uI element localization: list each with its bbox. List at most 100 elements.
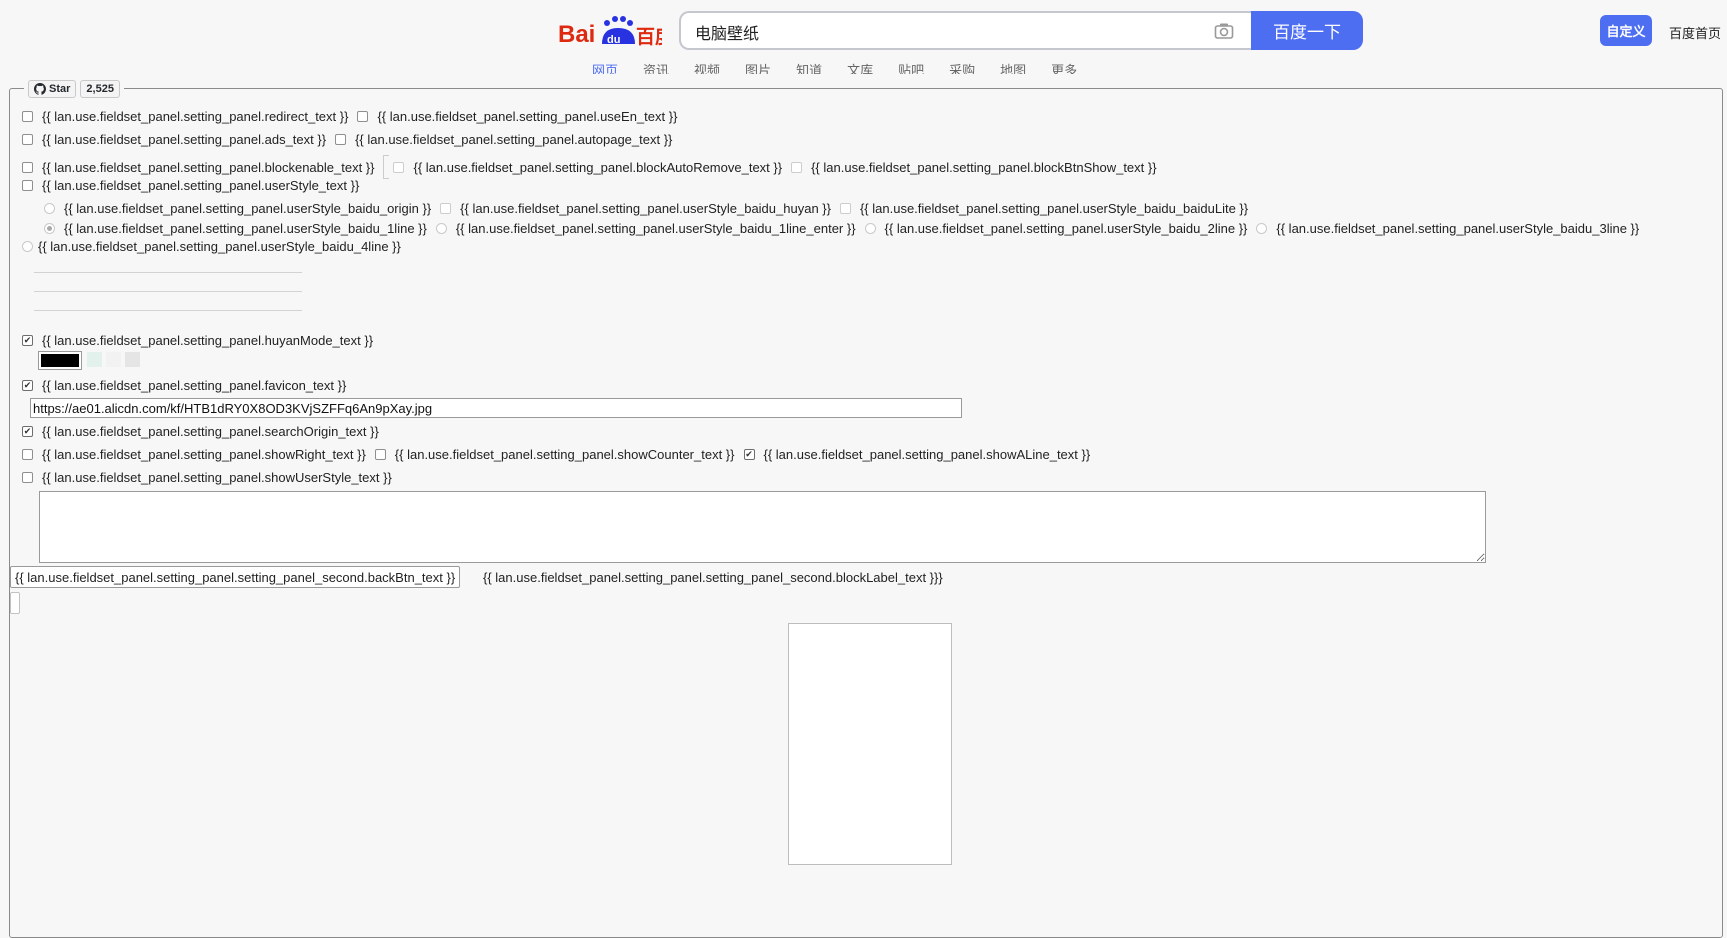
style-2line-label: {{ lan.use.fieldset_panel.setting_panel.… — [884, 221, 1248, 236]
search-button[interactable]: 百度一下 — [1251, 11, 1363, 50]
huyan-color-swatch-white[interactable] — [106, 352, 121, 367]
huyan-color-swatch-selected[interactable] — [38, 351, 82, 370]
favicon-row: {{ lan.use.fieldset_panel.setting_panel.… — [22, 378, 355, 393]
customize-button[interactable]: 自定义 — [1600, 15, 1652, 46]
github-star-widget: Star 2,525 — [24, 80, 124, 98]
search-input[interactable] — [693, 13, 1177, 50]
useEn-label: {{ lan.use.fieldset_panel.setting_panel.… — [377, 109, 678, 124]
showUserStyle-row: {{ lan.use.fieldset_panel.setting_panel.… — [22, 470, 401, 485]
style-3line-label: {{ lan.use.fieldset_panel.setting_panel.… — [1276, 221, 1640, 236]
nav-tab-purchase[interactable]: 采购 — [949, 62, 975, 74]
back-button[interactable]: {{ lan.use.fieldset_panel.setting_panel.… — [10, 566, 461, 588]
huyan-color-swatch-green[interactable] — [87, 352, 102, 367]
style-4line-label: {{ lan.use.fieldset_panel.setting_panel.… — [38, 239, 401, 254]
showCounter-label: {{ lan.use.fieldset_panel.setting_panel.… — [394, 447, 735, 462]
style-3line-radio[interactable] — [1256, 223, 1268, 234]
divider-line — [34, 310, 302, 311]
showRight-label: {{ lan.use.fieldset_panel.setting_panel.… — [42, 447, 366, 462]
nav-tab-web[interactable]: 网页 — [592, 62, 618, 74]
svg-text:du: du — [607, 34, 620, 46]
redirect-checkbox[interactable] — [22, 111, 33, 122]
style-options-row-3: {{ lan.use.fieldset_panel.setting_panel.… — [22, 239, 410, 254]
nav-tab-map[interactable]: 地图 — [1000, 62, 1026, 74]
style-origin-radio[interactable] — [44, 203, 55, 214]
showUserStyle-label: {{ lan.use.fieldset_panel.setting_panel.… — [42, 470, 392, 485]
nav-tabs: 网页 资讯 视频 图片 知道 文库 贴吧 采购 地图 更多 — [592, 62, 1102, 74]
baidu-home-link[interactable]: 百度首页 — [1669, 23, 1721, 42]
blockAutoRemove-checkbox[interactable] — [393, 161, 405, 173]
baidu-logo[interactable]: Bai du 百度 — [558, 14, 662, 48]
divider-line — [34, 272, 302, 273]
style-1line-enter-radio[interactable] — [435, 223, 447, 234]
nav-tab-news[interactable]: 资讯 — [643, 62, 669, 74]
huyanMode-checkbox[interactable] — [22, 335, 33, 346]
style-4line-radio[interactable] — [22, 241, 33, 252]
block-list-input[interactable] — [10, 592, 20, 614]
style-origin-label: {{ lan.use.fieldset_panel.setting_panel.… — [64, 201, 432, 216]
ads-checkbox[interactable] — [22, 134, 33, 145]
nav-tab-zhidao[interactable]: 知道 — [796, 62, 822, 74]
header-bar: Bai du 百度 百度一下 自定义 百度首页 网页 资讯 视频 图片 知道 文… — [0, 0, 1727, 74]
style-1line-enter-label: {{ lan.use.fieldset_panel.setting_panel.… — [455, 221, 856, 236]
swatch-black — [41, 354, 79, 367]
autopage-checkbox[interactable] — [335, 134, 347, 145]
github-star-label: Star — [49, 83, 71, 95]
showALine-label: {{ lan.use.fieldset_panel.setting_panel.… — [763, 447, 1091, 462]
user-style-textarea[interactable] — [39, 491, 1486, 563]
huyan-row: {{ lan.use.fieldset_panel.setting_panel.… — [22, 333, 382, 348]
block-divider — [383, 155, 390, 179]
block-list-box[interactable] — [788, 623, 952, 865]
style-options-row-2: {{ lan.use.fieldset_panel.setting_panel.… — [44, 221, 1648, 236]
style-baiduLite-label: {{ lan.use.fieldset_panel.setting_panel.… — [859, 201, 1249, 216]
settings-row-4: {{ lan.use.fieldset_panel.setting_panel.… — [22, 178, 368, 193]
nav-tab-tieba[interactable]: 贴吧 — [898, 62, 924, 74]
showALine-checkbox[interactable] — [743, 449, 755, 460]
show-options-row: {{ lan.use.fieldset_panel.setting_panel.… — [22, 447, 1099, 462]
favicon-checkbox[interactable] — [22, 380, 33, 391]
autopage-label: {{ lan.use.fieldset_panel.setting_panel.… — [355, 132, 673, 147]
style-1line-radio[interactable] — [44, 223, 55, 234]
redirect-label: {{ lan.use.fieldset_panel.setting_panel.… — [42, 109, 349, 124]
search-box — [679, 11, 1252, 50]
style-2line-radio[interactable] — [864, 223, 876, 234]
block-label: {{ lan.use.fieldset_panel.setting_panel.… — [483, 570, 943, 585]
huyanMode-label: {{ lan.use.fieldset_panel.setting_panel.… — [42, 333, 374, 348]
style-1line-label: {{ lan.use.fieldset_panel.setting_panel.… — [64, 221, 427, 236]
showRight-checkbox[interactable] — [22, 449, 33, 460]
camera-icon[interactable] — [1214, 22, 1234, 43]
blockBtnShow-checkbox[interactable] — [791, 161, 803, 173]
huyan-color-swatch-gray[interactable] — [125, 352, 140, 367]
settings-row-2: {{ lan.use.fieldset_panel.setting_panel.… — [22, 132, 681, 147]
searchOrigin-checkbox[interactable] — [22, 426, 33, 437]
nav-tab-more[interactable]: 更多 — [1051, 62, 1077, 74]
blockenable-label: {{ lan.use.fieldset_panel.setting_panel.… — [42, 159, 375, 175]
style-huyan-checkbox[interactable] — [440, 203, 452, 214]
blockAutoRemove-label: {{ lan.use.fieldset_panel.setting_panel.… — [413, 159, 783, 175]
ads-label: {{ lan.use.fieldset_panel.setting_panel.… — [42, 132, 327, 147]
useEn-checkbox[interactable] — [357, 111, 369, 122]
favicon-label: {{ lan.use.fieldset_panel.setting_panel.… — [42, 378, 347, 393]
svg-text:百度: 百度 — [636, 25, 662, 48]
github-star-button[interactable]: Star — [28, 80, 77, 98]
favicon-url-input[interactable] — [30, 398, 962, 418]
github-star-count[interactable]: 2,525 — [80, 80, 120, 98]
settings-row-3: {{ lan.use.fieldset_panel.setting_panel.… — [22, 155, 1166, 179]
blockBtnShow-label: {{ lan.use.fieldset_panel.setting_panel.… — [811, 159, 1157, 175]
searchOrigin-label: {{ lan.use.fieldset_panel.setting_panel.… — [42, 424, 379, 439]
nav-tab-images[interactable]: 图片 — [745, 62, 771, 74]
svg-text:Bai: Bai — [558, 21, 595, 48]
github-icon — [34, 83, 46, 95]
settings-row-1: {{ lan.use.fieldset_panel.setting_panel.… — [22, 109, 686, 124]
style-baiduLite-checkbox[interactable] — [839, 203, 851, 214]
nav-tab-video[interactable]: 视频 — [694, 62, 720, 74]
showCounter-checkbox[interactable] — [374, 449, 386, 460]
userStyle-checkbox[interactable] — [22, 180, 33, 191]
blockenable-checkbox[interactable] — [22, 161, 33, 173]
userStyle-label: {{ lan.use.fieldset_panel.setting_panel.… — [42, 178, 360, 193]
nav-tab-wenku[interactable]: 文库 — [847, 62, 873, 74]
style-options-row-1: {{ lan.use.fieldset_panel.setting_panel.… — [44, 201, 1257, 216]
style-huyan-label: {{ lan.use.fieldset_panel.setting_panel.… — [460, 201, 831, 216]
showUserStyle-checkbox[interactable] — [22, 472, 33, 483]
divider-line — [34, 291, 302, 292]
searchOrigin-row: {{ lan.use.fieldset_panel.setting_panel.… — [22, 424, 388, 439]
